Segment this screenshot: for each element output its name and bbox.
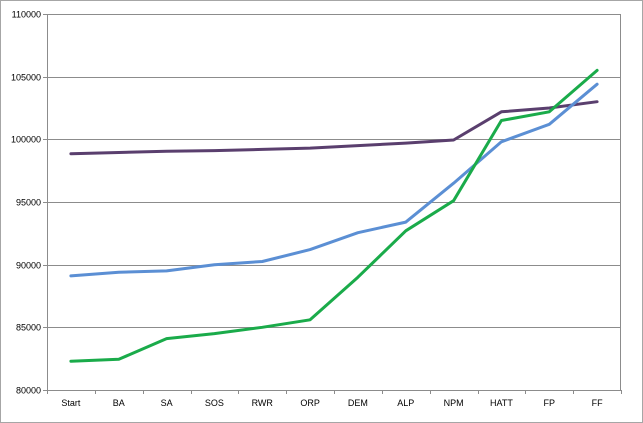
x-tick-label: RWR: [252, 398, 274, 408]
x-tick-label: SA: [161, 398, 173, 408]
x-tick-label: HATT: [490, 398, 513, 408]
series-line-3: [69, 68, 599, 363]
y-tick-label: 105000: [11, 73, 41, 83]
tick-labels: 80000 85000 90000 95000 100000 105000 110000 St…: [11, 10, 603, 409]
gridlines: [47, 14, 621, 328]
x-tick-label: NPM: [444, 398, 464, 408]
y-tick-label: 85000: [16, 323, 41, 333]
x-tick-label: Start: [61, 398, 81, 408]
y-tick-label: 80000: [16, 386, 41, 396]
x-tick-label: ORP: [300, 398, 320, 408]
x-tick-label: FP: [543, 398, 555, 408]
y-tick-label: 110000: [12, 10, 41, 20]
line-chart: 80000 85000 90000 95000 100000 105000 110000 St…: [11, 10, 622, 409]
x-tick-label: FF: [592, 398, 603, 408]
y-tick-label: 95000: [16, 198, 41, 208]
y-tick-label: 100000: [11, 135, 41, 145]
series-line-2: [69, 82, 599, 278]
series-line-1: [69, 100, 599, 156]
axes: [43, 14, 622, 394]
x-tick-label: DEM: [348, 398, 368, 408]
x-tick-label: BA: [113, 398, 125, 408]
x-tick-label: ALP: [397, 398, 414, 408]
x-tick-label: SOS: [205, 398, 224, 408]
series-lines: [69, 68, 599, 363]
y-tick-label: 90000: [16, 261, 41, 271]
